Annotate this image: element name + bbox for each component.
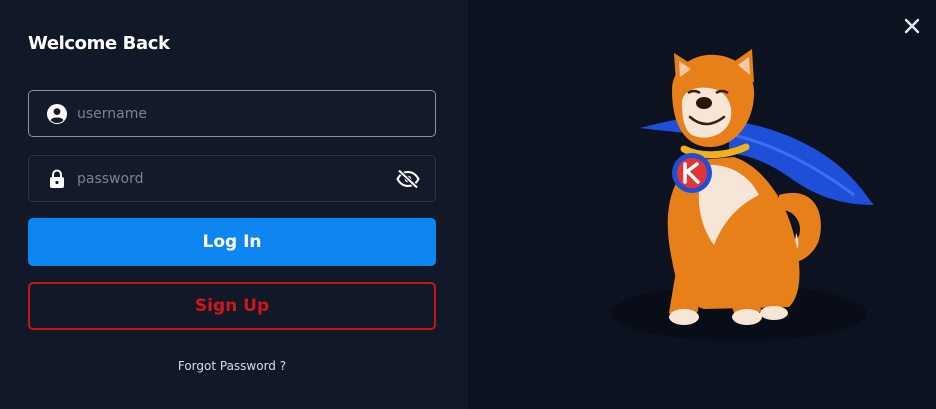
- password-field[interactable]: [28, 155, 436, 202]
- shiba-mascot-illustration: [611, 49, 874, 341]
- username-input[interactable]: [77, 91, 435, 136]
- password-input[interactable]: [77, 156, 395, 201]
- eye-off-icon[interactable]: [395, 167, 421, 191]
- username-field[interactable]: [28, 90, 436, 137]
- login-modal: Welcome Back username Log In Sign Up For…: [0, 0, 936, 409]
- signup-button[interactable]: Sign Up: [28, 282, 436, 330]
- modal-title: Welcome Back: [28, 33, 170, 54]
- login-form-panel: Welcome Back username Log In Sign Up For…: [0, 0, 468, 409]
- lock-icon: [47, 169, 67, 189]
- signup-button-label: Sign Up: [194, 296, 270, 316]
- illustration-panel: [468, 0, 936, 409]
- login-button-label: Log In: [202, 232, 262, 252]
- login-button[interactable]: Log In: [28, 218, 436, 266]
- close-icon[interactable]: [902, 16, 922, 36]
- user-circle-icon: [47, 103, 67, 124]
- forgot-password-link[interactable]: Forgot Password ?: [28, 359, 436, 373]
